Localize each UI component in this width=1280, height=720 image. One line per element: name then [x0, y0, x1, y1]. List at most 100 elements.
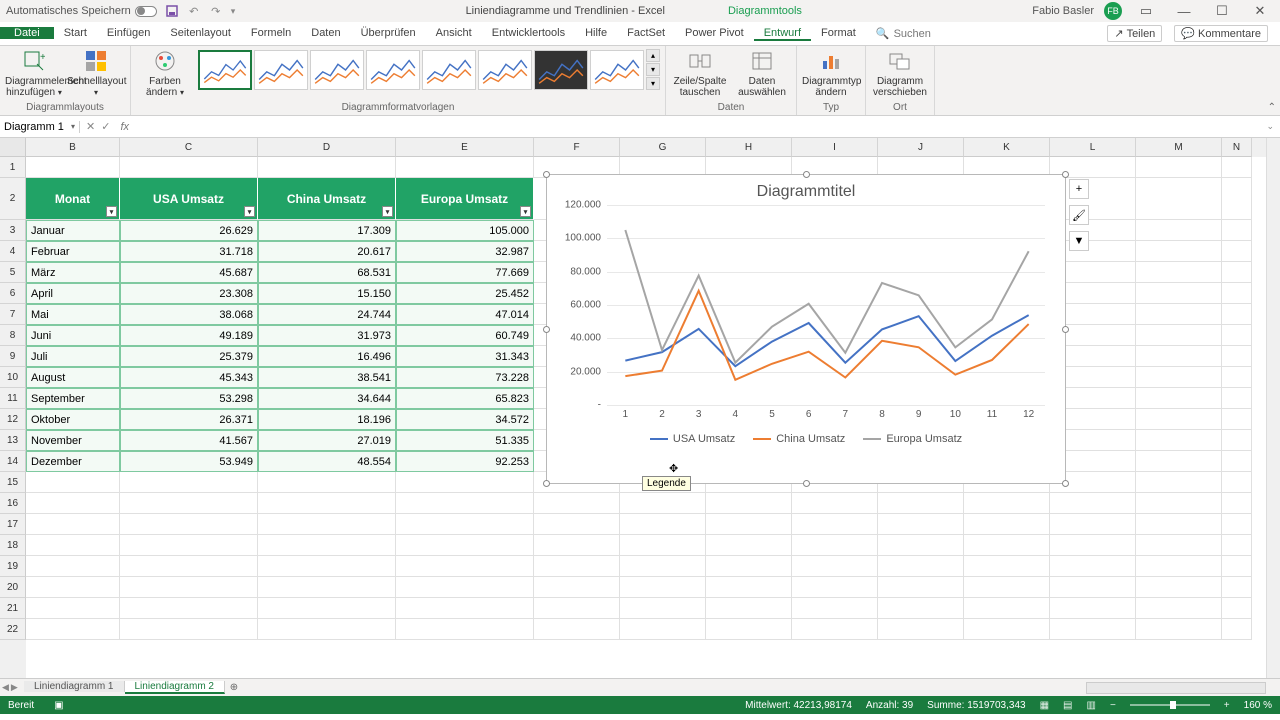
cell[interactable]: [1050, 556, 1136, 577]
cell[interactable]: China Umsatz▾: [258, 178, 396, 220]
ribbon-tab-entwurf[interactable]: Entwurf: [754, 27, 811, 41]
sheet-tab[interactable]: Liniendiagramm 2: [125, 681, 226, 694]
cell[interactable]: 65.823: [396, 388, 534, 409]
cell[interactable]: [620, 556, 706, 577]
cell[interactable]: [620, 535, 706, 556]
change-chart-type-button[interactable]: Diagrammtyp ändern: [802, 49, 860, 98]
cell[interactable]: [878, 577, 964, 598]
cell[interactable]: 73.228: [396, 367, 534, 388]
cell[interactable]: 38.541: [258, 367, 396, 388]
cell[interactable]: [1222, 262, 1252, 283]
cell[interactable]: 31.343: [396, 346, 534, 367]
row-header[interactable]: 9: [0, 346, 26, 367]
filter-button[interactable]: ▾: [520, 206, 531, 217]
row-header[interactable]: 1: [0, 157, 26, 178]
cell[interactable]: [258, 598, 396, 619]
cell[interactable]: [706, 577, 792, 598]
cell[interactable]: [964, 577, 1050, 598]
cell[interactable]: [1222, 430, 1252, 451]
cell[interactable]: [1222, 451, 1252, 472]
cell[interactable]: [258, 619, 396, 640]
chart-elements-button[interactable]: +: [1069, 179, 1089, 199]
cell[interactable]: [792, 598, 878, 619]
cell[interactable]: [792, 514, 878, 535]
cell[interactable]: [1136, 178, 1222, 220]
normal-view-icon[interactable]: ▦: [1040, 700, 1049, 711]
cell[interactable]: September: [26, 388, 120, 409]
cell[interactable]: [26, 472, 120, 493]
cell[interactable]: 31.973: [258, 325, 396, 346]
chart-title[interactable]: Diagrammtitel: [547, 175, 1065, 205]
cell[interactable]: [1222, 283, 1252, 304]
row-header[interactable]: 3: [0, 220, 26, 241]
cell[interactable]: [620, 598, 706, 619]
cell[interactable]: [792, 577, 878, 598]
collapse-ribbon-icon[interactable]: ⌃: [1268, 102, 1276, 113]
cell[interactable]: [620, 514, 706, 535]
cell[interactable]: [1222, 514, 1252, 535]
row-header[interactable]: 14: [0, 451, 26, 472]
cell[interactable]: [258, 535, 396, 556]
ribbon-tab-start[interactable]: Start: [54, 27, 97, 39]
chart-style-2[interactable]: [254, 50, 308, 90]
cell[interactable]: 53.949: [120, 451, 258, 472]
cell[interactable]: [396, 535, 534, 556]
row-header[interactable]: 17: [0, 514, 26, 535]
row-header[interactable]: 16: [0, 493, 26, 514]
row-header[interactable]: 13: [0, 430, 26, 451]
formula-input[interactable]: [133, 121, 1260, 133]
chart-filters-button[interactable]: ▼: [1069, 231, 1089, 251]
cell[interactable]: [26, 619, 120, 640]
cell[interactable]: [792, 493, 878, 514]
cell[interactable]: 45.687: [120, 262, 258, 283]
cell[interactable]: [1136, 556, 1222, 577]
chart-series-line[interactable]: [625, 291, 1028, 380]
cell[interactable]: [26, 493, 120, 514]
cell[interactable]: [964, 535, 1050, 556]
cell[interactable]: 53.298: [120, 388, 258, 409]
cell[interactable]: [964, 514, 1050, 535]
chart-style-8[interactable]: [590, 50, 644, 90]
cell[interactable]: 24.744: [258, 304, 396, 325]
col-header[interactable]: G: [620, 138, 706, 157]
cell[interactable]: [1222, 409, 1252, 430]
zoom-in-button[interactable]: +: [1224, 700, 1230, 711]
legend-item[interactable]: USA Umsatz: [650, 433, 735, 445]
cell[interactable]: Mai: [26, 304, 120, 325]
row-header[interactable]: 19: [0, 556, 26, 577]
cell[interactable]: [396, 577, 534, 598]
row-header[interactable]: 7: [0, 304, 26, 325]
zoom-slider[interactable]: [1130, 704, 1210, 706]
row-header[interactable]: 8: [0, 325, 26, 346]
cell[interactable]: [792, 619, 878, 640]
ribbon-tab-überprüfen[interactable]: Überprüfen: [351, 27, 426, 39]
row-header[interactable]: 18: [0, 535, 26, 556]
styles-up-button[interactable]: ▴: [646, 49, 660, 62]
cell[interactable]: [1136, 241, 1222, 262]
chart-plot-area[interactable]: -20.00040.00060.00080.000100.000120.0001…: [607, 205, 1045, 405]
chart-style-7[interactable]: [534, 50, 588, 90]
col-header[interactable]: J: [878, 138, 964, 157]
cell[interactable]: [1222, 493, 1252, 514]
col-header[interactable]: I: [792, 138, 878, 157]
cell[interactable]: [26, 514, 120, 535]
cell[interactable]: April: [26, 283, 120, 304]
legend-item[interactable]: China Umsatz: [753, 433, 845, 445]
chart-style-5[interactable]: [422, 50, 476, 90]
cell[interactable]: [1136, 472, 1222, 493]
cell[interactable]: [792, 556, 878, 577]
cell[interactable]: 45.343: [120, 367, 258, 388]
close-icon[interactable]: ✕: [1246, 3, 1274, 19]
cell[interactable]: 34.572: [396, 409, 534, 430]
accept-formula-icon[interactable]: ✓: [101, 120, 110, 133]
ribbon-tab-einfügen[interactable]: Einfügen: [97, 27, 160, 39]
page-layout-view-icon[interactable]: ▤: [1063, 700, 1072, 711]
cell[interactable]: 23.308: [120, 283, 258, 304]
add-sheet-button[interactable]: ⊕: [225, 682, 243, 693]
cell[interactable]: [258, 577, 396, 598]
cell[interactable]: [396, 493, 534, 514]
ribbon-tab-ansicht[interactable]: Ansicht: [426, 27, 482, 39]
add-chart-element-button[interactable]: +Diagrammelement hinzufügen ▾: [5, 49, 63, 98]
cell[interactable]: [1222, 619, 1252, 640]
cell[interactable]: 77.669: [396, 262, 534, 283]
